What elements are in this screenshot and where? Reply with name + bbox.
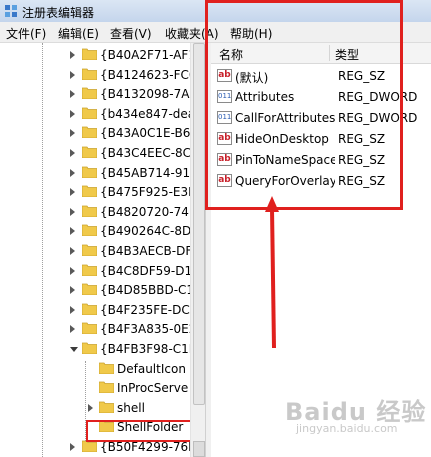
annotation-arrow xyxy=(265,196,279,349)
watermark-url: jingyan.baidu.com xyxy=(296,422,398,435)
